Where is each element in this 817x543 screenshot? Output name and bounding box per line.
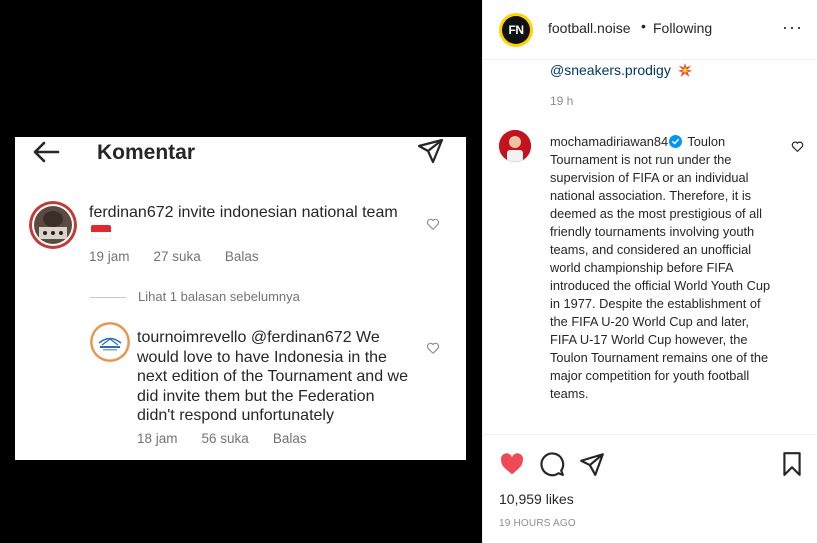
comment-time: 18 jam bbox=[137, 431, 178, 446]
share-icon[interactable] bbox=[579, 451, 605, 477]
verified-icon bbox=[669, 135, 683, 148]
caption-mention: @sneakers.prodigy bbox=[550, 62, 692, 78]
comment-ferdinan672: ferdinan672 invite indonesian national t… bbox=[89, 203, 419, 242]
bookmark-icon[interactable] bbox=[779, 451, 805, 477]
separator-dot: • bbox=[641, 18, 646, 34]
likes-count[interactable]: 10,959 likes bbox=[499, 491, 574, 507]
sidebar-comment: mochamadiriawan84 Toulon Tournament is n… bbox=[550, 133, 776, 403]
divider bbox=[90, 297, 126, 299]
comment-username[interactable]: tournoimrevello bbox=[137, 329, 246, 346]
comment-tournoimrevello: tournoimrevello @ferdinan672 We would lo… bbox=[137, 328, 412, 426]
comment-body: Toulon Tournament is not run under the s… bbox=[550, 134, 771, 401]
like-heart-icon[interactable] bbox=[499, 451, 525, 477]
following-button[interactable]: Following bbox=[653, 20, 712, 36]
commenter-avatar[interactable] bbox=[499, 130, 531, 162]
comment-meta: 18 jam 56 suka Balas bbox=[137, 431, 331, 446]
post-media[interactable]: Komentar ferdinan672 invite indonesian n… bbox=[0, 0, 482, 543]
caption-time: 19 h bbox=[550, 94, 574, 108]
more-icon[interactable]: ··· bbox=[782, 18, 803, 36]
account-username[interactable]: football.noise bbox=[548, 20, 631, 36]
comment-username[interactable]: ferdinan672 bbox=[89, 204, 174, 221]
indonesia-flag-icon bbox=[91, 225, 111, 240]
ferdinan672-avatar bbox=[29, 201, 77, 249]
reply-button[interactable]: Balas bbox=[273, 431, 307, 446]
comment-likes[interactable]: 56 suka bbox=[202, 431, 249, 446]
account-avatar[interactable]: FN bbox=[499, 13, 533, 47]
comment-time: 19 jam bbox=[89, 249, 130, 264]
comment-likes[interactable]: 27 suka bbox=[154, 249, 201, 264]
back-arrow-icon bbox=[33, 141, 60, 163]
comment-body: invite indonesian national team bbox=[173, 204, 398, 221]
screenshot-topbar: Komentar bbox=[15, 137, 466, 171]
heart-icon[interactable] bbox=[791, 140, 804, 153]
mention-link[interactable]: @sneakers.prodigy bbox=[550, 62, 671, 78]
reply-button[interactable]: Balas bbox=[225, 249, 259, 264]
commenter-username[interactable]: mochamadiriawan84 bbox=[550, 134, 668, 149]
view-replies[interactable]: Lihat 1 balasan sebelumnya bbox=[90, 289, 300, 304]
post-sidebar: FN football.noise • Following ··· @sneak… bbox=[482, 0, 817, 543]
comments-screenshot-image: Komentar ferdinan672 invite indonesian n… bbox=[15, 137, 466, 460]
heart-icon[interactable] bbox=[426, 341, 440, 355]
send-icon bbox=[417, 138, 444, 164]
comment-mention[interactable]: @ferdinan672 bbox=[246, 329, 352, 346]
tournoimrevello-avatar bbox=[90, 322, 130, 362]
account-avatar-text: FN bbox=[502, 16, 530, 44]
heart-icon[interactable] bbox=[426, 217, 440, 231]
comment-icon[interactable] bbox=[539, 451, 565, 477]
collision-icon bbox=[677, 63, 692, 77]
post-actions: 10,959 likes 19 HOURS AGO bbox=[483, 434, 817, 543]
post-header: FN football.noise • Following ··· bbox=[483, 0, 817, 60]
comment-meta: 19 jam 27 suka Balas bbox=[89, 249, 283, 264]
view-replies-label: Lihat 1 balasan sebelumnya bbox=[138, 289, 300, 304]
screenshot-title: Komentar bbox=[97, 141, 196, 164]
post-time: 19 HOURS AGO bbox=[499, 518, 576, 529]
